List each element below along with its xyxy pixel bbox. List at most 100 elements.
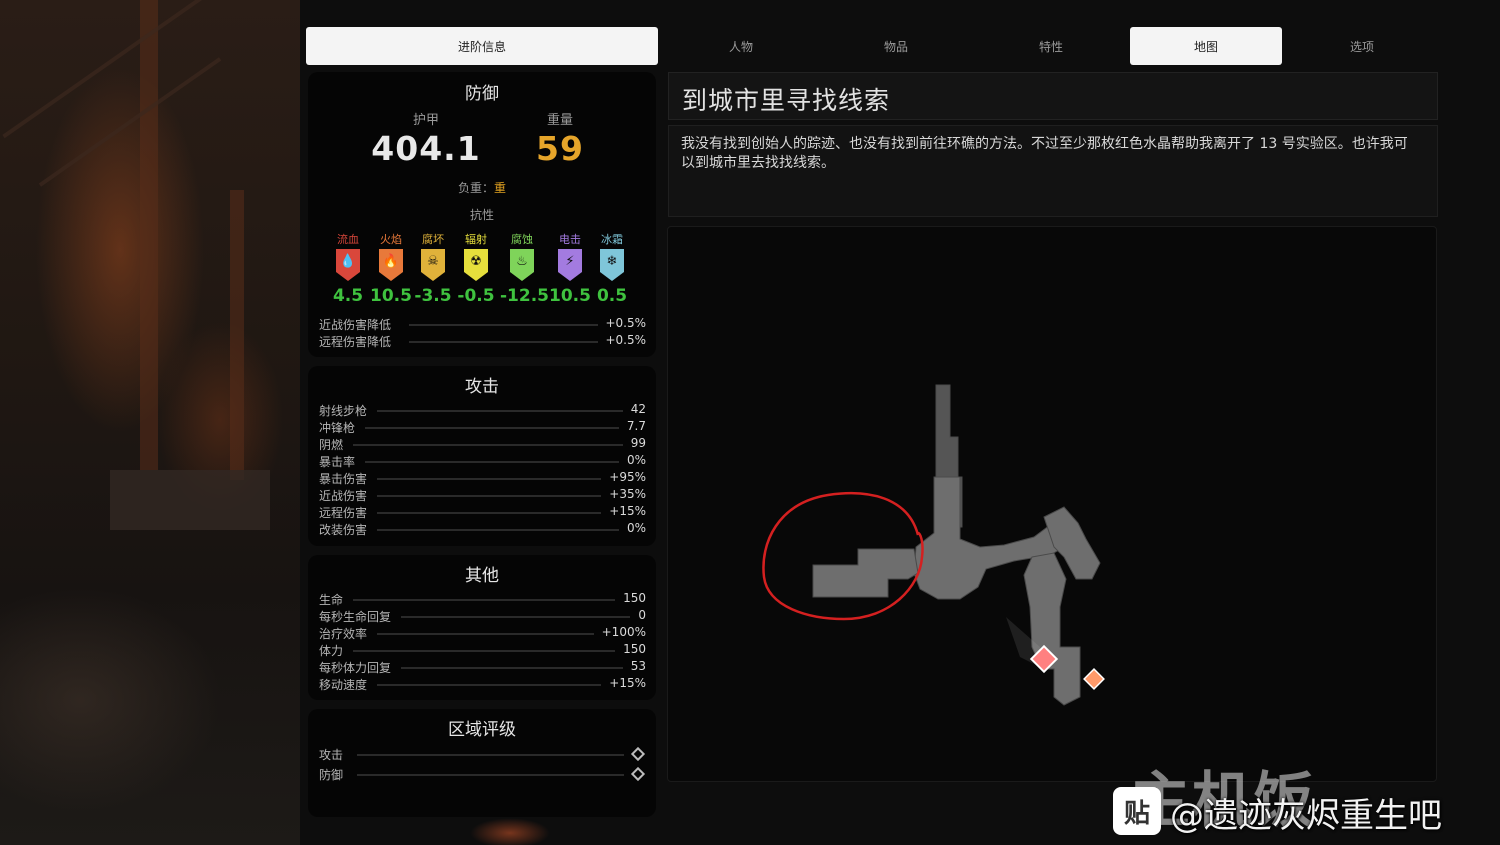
game-world-backdrop xyxy=(0,0,300,845)
stat-value: +0.5% xyxy=(605,316,646,330)
armor-value: 404.1 xyxy=(371,129,481,168)
tab-items[interactable]: 物品 xyxy=(843,27,949,65)
stat-label: 生命 xyxy=(319,593,344,607)
stat-label: 近战伤害降低 xyxy=(319,318,392,332)
stat-label: 移动速度 xyxy=(319,678,368,692)
resistance-name: 流血 xyxy=(337,233,359,246)
stat-row: 治疗效率 +100% xyxy=(319,625,646,642)
resistance-value: 10.5 xyxy=(549,286,591,306)
radiation-icon: ☢ xyxy=(464,249,488,281)
stat-label: 阴燃 xyxy=(319,438,344,452)
quest-description: 我没有找到创始人的踪迹、也没有找到前往环礁的方法。不过至少那枚红色水晶帮助我离开… xyxy=(681,136,1408,171)
stat-value: 53 xyxy=(630,659,646,673)
resistance-item: 腐坏 ☠ -3.5 xyxy=(411,231,455,306)
fire-glow xyxy=(470,818,550,845)
map-canvas[interactable] xyxy=(668,227,1437,782)
tab-map[interactable]: 地图 xyxy=(1130,27,1282,65)
stat-label: 每秒体力回复 xyxy=(319,661,392,675)
stat-row-melee-reduction: 近战伤害降低 +0.5% xyxy=(319,316,646,333)
resistance-value: 4.5 xyxy=(332,286,364,306)
tab-character[interactable]: 人物 xyxy=(688,27,794,65)
stat-divider xyxy=(401,616,630,618)
stat-divider xyxy=(409,341,598,343)
attack-title: 攻击 xyxy=(465,377,499,397)
resistance-name: 火焰 xyxy=(380,233,402,246)
attack-panel: 攻击 射线步枪 42 冲锋枪 7.7 阴燃 99 暴击率 0% 暴击伤害 +95% 近战伤害 +35%… xyxy=(308,366,656,546)
other-title: 其他 xyxy=(465,566,499,586)
stat-label: 远程伤害降低 xyxy=(319,335,392,349)
tab-advanced-info[interactable]: 进阶信息 xyxy=(306,27,658,65)
stat-value: 0% xyxy=(626,453,646,467)
stat-divider xyxy=(377,410,623,412)
stat-divider xyxy=(365,461,619,463)
stat-divider xyxy=(377,495,601,497)
resistance-item: 冰霜 ❄ 0.5 xyxy=(590,231,634,306)
stat-value: 150 xyxy=(623,591,646,605)
tab-options[interactable]: 选项 xyxy=(1309,27,1415,65)
stat-divider xyxy=(377,512,601,514)
zone-label: 攻击 xyxy=(319,748,344,762)
stat-value: +100% xyxy=(601,625,646,639)
scaffold-beam xyxy=(140,0,158,470)
resistance-item: 腐蚀 ♨ -12.5 xyxy=(500,231,549,306)
stat-row: 阴燃 99 xyxy=(319,436,646,453)
resistance-item: 电击 ⚡ 10.5 xyxy=(548,231,592,306)
stat-divider xyxy=(353,650,615,652)
resistance-name: 辐射 xyxy=(465,233,487,246)
zone-row-attack: 攻击 xyxy=(319,746,646,763)
stat-label: 暴击伤害 xyxy=(319,472,368,486)
stat-label: 治疗效率 xyxy=(319,627,368,641)
resistance-name: 电击 xyxy=(559,233,581,246)
tab-traits[interactable]: 特性 xyxy=(998,27,1104,65)
resistance-value: -12.5 xyxy=(500,286,549,306)
stat-row: 体力 150 xyxy=(319,642,646,659)
resistance-value: 0.5 xyxy=(596,286,628,306)
lightning-icon: ⚡ xyxy=(558,249,582,281)
stat-label: 改装伤害 xyxy=(319,523,368,537)
diamond-rating-icon xyxy=(630,766,646,782)
stat-row: 暴击率 0% xyxy=(319,453,646,470)
map-view[interactable] xyxy=(667,226,1437,782)
stat-value: 42 xyxy=(630,402,646,416)
armor-label: 护甲 xyxy=(412,113,439,128)
top-tab-bar: 进阶信息 人物 物品 特性 地图 选项 xyxy=(306,27,1438,65)
resistance-title: 抗性 xyxy=(469,208,494,222)
badge-glyph: 💧 xyxy=(339,254,357,269)
stat-value: 150 xyxy=(623,642,646,656)
stat-divider xyxy=(409,324,598,326)
stat-divider xyxy=(365,427,619,429)
badge-glyph: ❄ xyxy=(606,254,618,269)
stat-row: 每秒生命回复 0 xyxy=(319,608,646,625)
stat-row: 远程伤害 +15% xyxy=(319,504,646,521)
weight-value: 59 xyxy=(536,129,584,168)
load-indicator: 负重：重 xyxy=(308,179,656,196)
badge-glyph: ♨ xyxy=(516,254,528,269)
stat-value: 0 xyxy=(638,608,646,622)
stat-value: +15% xyxy=(609,504,646,518)
stat-label: 每秒生命回复 xyxy=(319,610,392,624)
watermark-logo: 贴 xyxy=(1113,787,1161,835)
resistance-value: -0.5 xyxy=(457,286,495,306)
stat-row: 近战伤害 +35% xyxy=(319,487,646,504)
flame-icon: 🔥 xyxy=(379,249,403,281)
stat-value: 7.7 xyxy=(626,419,646,433)
blood-drop-icon: 💧 xyxy=(336,249,360,281)
stat-value: +35% xyxy=(609,487,646,501)
stat-divider xyxy=(377,633,594,635)
resistance-value: -3.5 xyxy=(414,286,452,306)
zone-rating-title: 区域评级 xyxy=(448,720,516,740)
stat-row: 暴击伤害 +95% xyxy=(319,470,646,487)
stat-divider xyxy=(401,667,623,669)
pipe xyxy=(2,0,218,139)
stat-value: +95% xyxy=(609,470,646,484)
stat-row: 生命 150 xyxy=(319,591,646,608)
defense-title: 防御 xyxy=(465,84,499,104)
stat-value: 0% xyxy=(626,521,646,535)
stat-label: 近战伤害 xyxy=(319,489,368,503)
stat-row: 冲锋枪 7.7 xyxy=(319,419,646,436)
zone-divider xyxy=(357,774,624,776)
load-value: 重 xyxy=(494,181,507,195)
stat-value: 99 xyxy=(630,436,646,450)
stat-value: +0.5% xyxy=(605,333,646,347)
stat-label: 暴击率 xyxy=(319,455,356,469)
